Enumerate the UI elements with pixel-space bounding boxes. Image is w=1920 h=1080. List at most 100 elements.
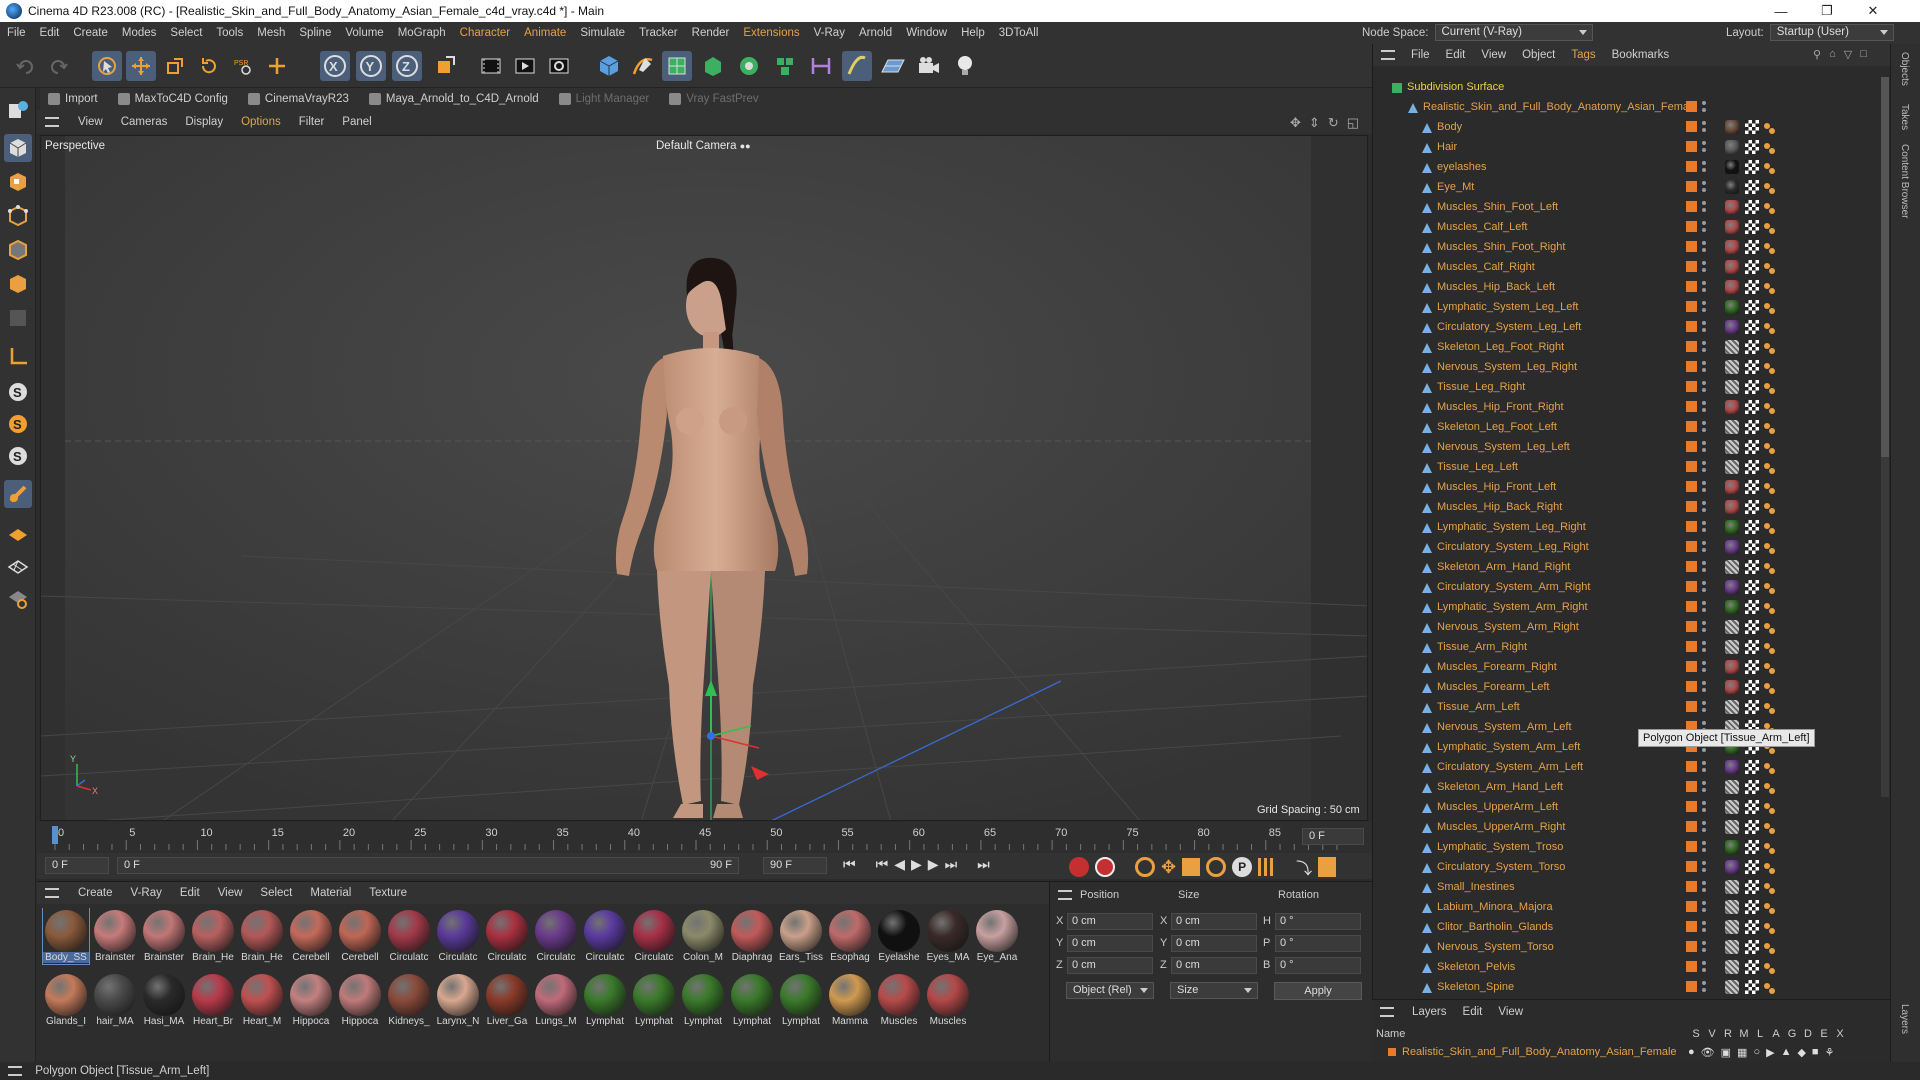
visibility-dots-icon[interactable] xyxy=(1702,140,1706,154)
texture-tag-icon[interactable] xyxy=(1745,520,1759,534)
object-row[interactable]: Labium_Minora_Majora xyxy=(1373,897,1891,917)
visibility-dots-icon[interactable] xyxy=(1702,780,1706,794)
home-icon[interactable]: ⌂ xyxy=(1829,48,1836,61)
texture-tag-icon[interactable] xyxy=(1745,820,1759,834)
texture-tag-icon[interactable] xyxy=(1745,120,1759,134)
material-swatch[interactable]: Heart_M xyxy=(239,972,285,1028)
material-tag-icon[interactable] xyxy=(1725,800,1739,814)
vray-tag-icon[interactable] xyxy=(1763,981,1775,994)
status-hamburger-icon[interactable] xyxy=(8,1065,22,1076)
vray-tag-icon[interactable] xyxy=(1763,801,1775,814)
vray-tag-icon[interactable] xyxy=(1763,941,1775,954)
next-frame-icon[interactable]: ▶ xyxy=(928,856,939,873)
texture-tag-icon[interactable] xyxy=(1745,560,1759,574)
visibility-dots-icon[interactable] xyxy=(1702,120,1706,134)
vray-tag-icon[interactable] xyxy=(1763,861,1775,874)
material-swatch[interactable]: Muscles xyxy=(876,972,922,1028)
material-swatch[interactable]: Lymphat xyxy=(582,972,628,1028)
object-row[interactable]: Circulatory_System_Torso xyxy=(1373,857,1891,877)
record-active-icon[interactable] xyxy=(1069,857,1089,877)
menu-edit[interactable]: Edit xyxy=(33,22,67,44)
vray-tag-icon[interactable] xyxy=(1763,301,1775,314)
object-row[interactable]: Muscles_Shin_Foot_Left xyxy=(1373,197,1891,217)
material-swatch[interactable]: Circulatc xyxy=(631,908,677,964)
material-swatch[interactable]: Eyelashe xyxy=(876,908,922,964)
object-row[interactable]: Eye_Mt xyxy=(1373,177,1891,197)
visibility-dots-icon[interactable] xyxy=(1702,400,1706,414)
texture-tag-icon[interactable] xyxy=(1745,940,1759,954)
material-swatch[interactable]: Lymphat xyxy=(631,972,677,1028)
material-swatch[interactable]: Diaphrag xyxy=(729,908,775,964)
texture-tag-icon[interactable] xyxy=(1745,980,1759,994)
layer-visible-icon[interactable]: 👁 xyxy=(1701,1046,1715,1059)
material-tag-icon[interactable] xyxy=(1725,200,1739,214)
material-swatch[interactable]: Larynx_N xyxy=(435,972,481,1028)
layer-hamburger-icon[interactable] xyxy=(1380,1007,1394,1017)
visibility-dots-icon[interactable] xyxy=(1702,220,1706,234)
texture-tag-icon[interactable] xyxy=(1745,860,1759,874)
pos-z-field[interactable]: 0 cm xyxy=(1067,957,1153,974)
end-frame-field[interactable]: 90 F xyxy=(763,857,827,874)
object-row[interactable]: Realistic_Skin_and_Full_Body_Anatomy_Asi… xyxy=(1373,97,1891,117)
grid-plane-icon[interactable] xyxy=(4,520,32,548)
vray-tag-icon[interactable] xyxy=(1763,781,1775,794)
visibility-dots-icon[interactable] xyxy=(1702,320,1706,334)
vray-tag-icon[interactable] xyxy=(1763,421,1775,434)
layer-solo-icon[interactable]: ● xyxy=(1688,1046,1695,1059)
vray-tag-icon[interactable] xyxy=(1763,181,1775,194)
texture-tag-icon[interactable] xyxy=(1745,880,1759,894)
visibility-dots-icon[interactable] xyxy=(1702,820,1706,834)
vray-tag-icon[interactable] xyxy=(1763,541,1775,554)
play-icon[interactable]: ▶ xyxy=(911,856,922,873)
material-swatch[interactable]: Brainster xyxy=(92,908,138,964)
visibility-dots-icon[interactable] xyxy=(1702,200,1706,214)
object-row[interactable]: Muscles_Shin_Foot_Right xyxy=(1373,237,1891,257)
visibility-dots-icon[interactable] xyxy=(1702,620,1706,634)
material-tag-icon[interactable] xyxy=(1725,420,1739,434)
vray-tag-icon[interactable] xyxy=(1763,461,1775,474)
menu-create[interactable]: Create xyxy=(66,22,115,44)
texture-tag-icon[interactable] xyxy=(1745,240,1759,254)
material-swatch[interactable]: Esophag xyxy=(827,908,873,964)
plugin-light-manager[interactable]: Light Manager xyxy=(551,93,658,105)
perspective-viewport[interactable]: Y X Perspective Default Camera ●● Grid S… xyxy=(40,135,1368,821)
menu-spline[interactable]: Spline xyxy=(292,22,338,44)
vray-tag-icon[interactable] xyxy=(1763,641,1775,654)
vray-tag-icon[interactable] xyxy=(1763,501,1775,514)
render-region-icon[interactable] xyxy=(476,51,506,81)
size-x-field[interactable]: 0 cm xyxy=(1171,913,1257,930)
material-tag-icon[interactable] xyxy=(1725,440,1739,454)
object-menu-edit[interactable]: Edit xyxy=(1438,49,1474,61)
texture-tag-icon[interactable] xyxy=(1745,920,1759,934)
visibility-dots-icon[interactable] xyxy=(1702,800,1706,814)
playhead-marker[interactable] xyxy=(52,826,58,844)
vray-tag-icon[interactable] xyxy=(1763,701,1775,714)
material-swatch[interactable]: Brain_He xyxy=(239,908,285,964)
texture-tag-icon[interactable] xyxy=(1745,280,1759,294)
object-row[interactable]: Lymphatic_System_Arm_Right xyxy=(1373,597,1891,617)
material-tag-icon[interactable] xyxy=(1725,940,1739,954)
texture-tag-icon[interactable] xyxy=(1745,340,1759,354)
material-swatch[interactable]: Lymphat xyxy=(680,972,726,1028)
model-mode-icon[interactable] xyxy=(4,134,32,162)
rot-p-field[interactable]: 0 ° xyxy=(1275,935,1361,952)
undo-icon[interactable] xyxy=(10,51,40,81)
material-tag-icon[interactable] xyxy=(1725,540,1739,554)
material-swatch[interactable]: Glands_I xyxy=(43,972,89,1028)
material-tag-icon[interactable] xyxy=(1725,480,1739,494)
menu-volume[interactable]: Volume xyxy=(338,22,390,44)
object-row[interactable]: Muscles_UpperArm_Right xyxy=(1373,817,1891,837)
autokey-icon[interactable] xyxy=(1095,857,1115,877)
keyframe-selection-icon[interactable] xyxy=(1135,857,1155,877)
object-menu-bookmarks[interactable]: Bookmarks xyxy=(1604,49,1678,61)
next-key-icon[interactable]: ⏭ xyxy=(945,856,958,873)
vray-tag-icon[interactable] xyxy=(1763,561,1775,574)
texture-tag-icon[interactable] xyxy=(1745,680,1759,694)
previous-key-icon[interactable]: ⏮ xyxy=(876,856,889,873)
menu-modes[interactable]: Modes xyxy=(115,22,164,44)
visibility-dots-icon[interactable] xyxy=(1702,520,1706,534)
object-row[interactable]: Muscles_Hip_Front_Right xyxy=(1373,397,1891,417)
object-row[interactable]: Muscles_Calf_Right xyxy=(1373,257,1891,277)
measure-tool-icon[interactable] xyxy=(806,51,836,81)
pos-x-field[interactable]: 0 cm xyxy=(1067,913,1153,930)
